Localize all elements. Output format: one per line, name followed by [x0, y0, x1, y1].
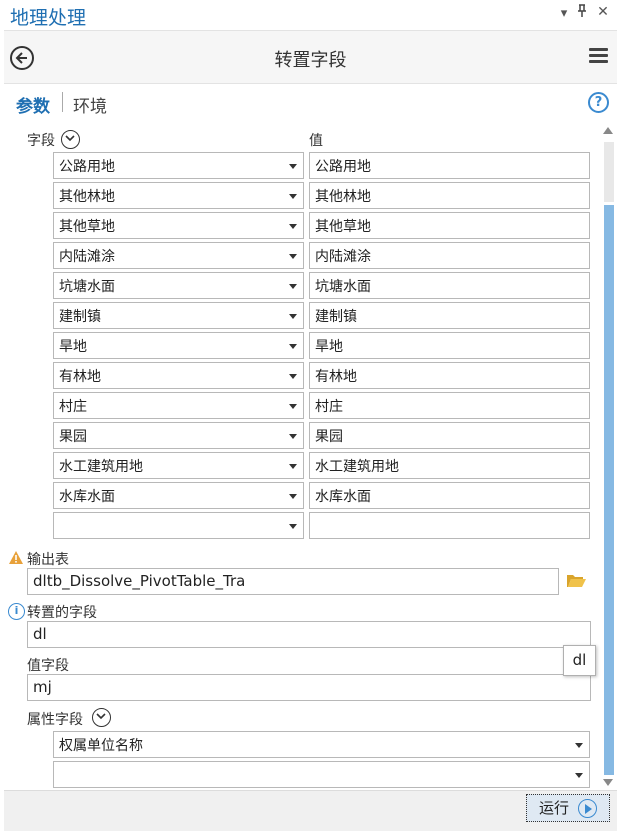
- field-dropdown[interactable]: 水库水面: [53, 482, 304, 509]
- close-icon[interactable]: ✕: [595, 4, 611, 20]
- scrollbar-track-upper: [604, 142, 614, 202]
- field-dropdown-value: 建制镇: [59, 309, 101, 325]
- field-dropdown[interactable]: 坑塘水面: [53, 272, 304, 299]
- field-dropdown-value: 其他草地: [59, 219, 115, 235]
- value-input[interactable]: 果园: [309, 422, 590, 449]
- dropdown-arrow-icon: [575, 743, 583, 748]
- field-dropdown[interactable]: 内陆滩涂: [53, 242, 304, 269]
- help-icon[interactable]: ?: [588, 92, 609, 113]
- dropdown-arrow-icon: [289, 464, 297, 469]
- value-input[interactable]: 内陆滩涂: [309, 242, 590, 269]
- dropdown-arrow-icon: [289, 404, 297, 409]
- output-table-input[interactable]: dltb_Dissolve_PivotTable_Tra: [27, 568, 559, 595]
- dropdown-arrow-icon: [289, 194, 297, 199]
- hamburger-menu-icon[interactable]: [589, 48, 608, 66]
- dropdown-arrow-icon: [289, 494, 297, 499]
- value-field-input[interactable]: mj: [27, 674, 591, 701]
- value-input[interactable]: 其他林地: [309, 182, 590, 209]
- field-dropdown[interactable]: [53, 512, 304, 539]
- pane-options-icon[interactable]: ▾: [556, 6, 572, 21]
- dropdown-arrow-icon: [289, 374, 297, 379]
- tab-parameters[interactable]: 参数: [16, 92, 50, 117]
- tab-divider: [62, 92, 63, 112]
- field-dropdown[interactable]: 村庄: [53, 392, 304, 419]
- field-dropdown[interactable]: 果园: [53, 422, 304, 449]
- tab-environments[interactable]: 环境: [73, 92, 107, 117]
- field-dropdown-value: 内陆滩涂: [59, 249, 115, 265]
- transposed-field-label: 转置的字段: [27, 605, 97, 621]
- run-button-label: 运行: [539, 799, 570, 817]
- chevron-down-icon: [96, 713, 106, 720]
- value-input[interactable]: 水库水面: [309, 482, 590, 509]
- run-button[interactable]: 运行: [526, 794, 610, 822]
- dropdown-arrow-icon: [289, 284, 297, 289]
- value-input[interactable]: 水工建筑用地: [309, 452, 590, 479]
- fields-label: 字段: [27, 133, 55, 149]
- play-icon: [578, 799, 597, 818]
- field-dropdown-value: 果园: [59, 429, 87, 445]
- chevron-down-icon: [65, 135, 75, 142]
- warning-icon: [8, 550, 24, 569]
- fields-expand-button[interactable]: [61, 130, 80, 149]
- field-dropdown-value: 坑塘水面: [59, 279, 115, 295]
- value-input[interactable]: 建制镇: [309, 302, 590, 329]
- value-input[interactable]: [309, 512, 590, 539]
- field-dropdown[interactable]: 其他草地: [53, 212, 304, 239]
- dropdown-arrow-icon: [575, 773, 583, 778]
- dropdown-arrow-icon: [289, 224, 297, 229]
- dropdown-arrow-icon: [289, 164, 297, 169]
- field-dropdown[interactable]: 建制镇: [53, 302, 304, 329]
- dropdown-arrow-icon: [289, 254, 297, 259]
- field-dropdown[interactable]: 旱地: [53, 332, 304, 359]
- field-dropdown-value: 有林地: [59, 369, 101, 385]
- field-dropdown-value: 公路用地: [59, 159, 115, 175]
- attribute-fields-label: 属性字段: [27, 712, 83, 728]
- attribute-field-value: 权属单位名称: [59, 738, 143, 754]
- value-input[interactable]: 旱地: [309, 332, 590, 359]
- scrollbar-thumb[interactable]: [604, 205, 614, 775]
- value-input[interactable]: 其他草地: [309, 212, 590, 239]
- field-dropdown[interactable]: 其他林地: [53, 182, 304, 209]
- value-input[interactable]: 有林地: [309, 362, 590, 389]
- field-dropdown-value: 旱地: [59, 339, 87, 355]
- field-dropdown[interactable]: 公路用地: [53, 152, 304, 179]
- dropdown-arrow-icon: [289, 434, 297, 439]
- pin-icon[interactable]: [574, 4, 590, 22]
- field-dropdown[interactable]: 有林地: [53, 362, 304, 389]
- scroll-up-arrow-icon[interactable]: [603, 127, 613, 134]
- transposed-field-input[interactable]: dl: [27, 621, 591, 648]
- info-icon: i: [8, 603, 25, 620]
- pane-title: 地理处理: [10, 7, 87, 29]
- field-dropdown-value: 其他林地: [59, 189, 115, 205]
- tooltip: dl: [563, 645, 596, 676]
- dropdown-arrow-icon: [289, 344, 297, 349]
- folder-open-icon[interactable]: [566, 572, 587, 592]
- field-dropdown-value: 水库水面: [59, 489, 115, 505]
- field-dropdown[interactable]: 水工建筑用地: [53, 452, 304, 479]
- output-table-label: 输出表: [27, 552, 69, 568]
- field-dropdown-value: 水工建筑用地: [59, 459, 143, 475]
- value-input[interactable]: 村庄: [309, 392, 590, 419]
- value-column-header: 值: [309, 133, 323, 149]
- value-field-label: 值字段: [27, 658, 69, 674]
- attribute-field-dropdown[interactable]: [53, 761, 590, 788]
- value-input[interactable]: 公路用地: [309, 152, 590, 179]
- value-input[interactable]: 坑塘水面: [309, 272, 590, 299]
- attribute-field-dropdown[interactable]: 权属单位名称: [53, 731, 590, 758]
- dropdown-arrow-icon: [289, 314, 297, 319]
- pane-titlebar: [0, 0, 621, 30]
- field-dropdown-value: 村庄: [59, 399, 87, 415]
- attribute-fields-expand-button[interactable]: [92, 708, 111, 727]
- dropdown-arrow-icon: [289, 524, 297, 529]
- scroll-down-arrow-icon[interactable]: [603, 779, 613, 786]
- tool-title: 转置字段: [274, 50, 347, 71]
